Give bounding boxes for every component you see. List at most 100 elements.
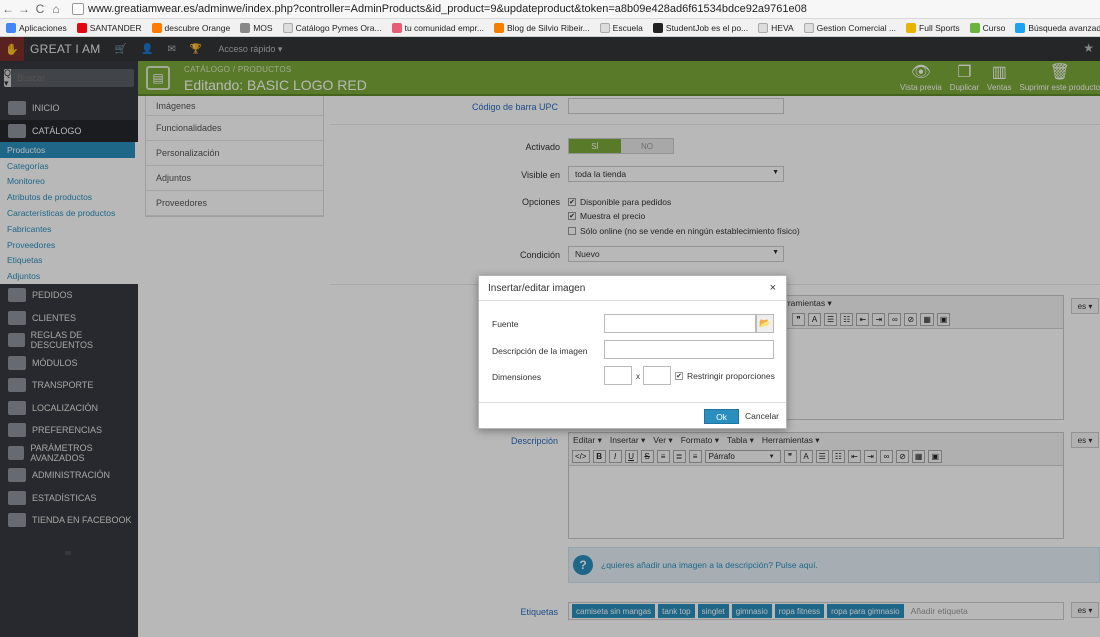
image-description-input[interactable] — [604, 340, 774, 359]
option-disponible[interactable]: ✔ Disponible para pedidos — [568, 197, 671, 207]
strikethrough-icon[interactable]: S — [640, 450, 654, 463]
indent-icon[interactable]: ⇥ — [863, 450, 877, 463]
submenu-item-fabricantes[interactable]: Fabricantes — [0, 221, 138, 237]
outdent-icon[interactable]: ⇤ — [847, 450, 861, 463]
align-right-icon[interactable]: ≡ — [688, 450, 702, 463]
toggle-no[interactable]: NO — [621, 139, 673, 153]
language-select[interactable]: es ▾ — [1071, 298, 1099, 314]
forward-arrow-icon[interactable]: → — [16, 2, 32, 16]
bookmark[interactable]: tu comunidad empr... — [391, 22, 484, 33]
submenu-item-adjuntos[interactable]: Adjuntos — [0, 268, 138, 284]
sidebar-item-clientes[interactable]: Clientes — [0, 307, 138, 330]
editor-menu-format[interactable]: Formato ▾ — [681, 435, 719, 446]
checkbox-unchecked[interactable] — [568, 227, 576, 235]
tag-chip[interactable]: ropa fitness — [774, 604, 825, 618]
tag-chip[interactable]: camiseta sin mangas — [572, 604, 656, 618]
bookmark[interactable]: Escuela — [599, 22, 643, 33]
tab-proveedores[interactable]: Proveedores — [146, 191, 323, 216]
sidebar-item-preferencias[interactable]: Preferencias — [0, 419, 138, 442]
blockquote-icon[interactable]: ❞ — [792, 313, 805, 326]
close-icon[interactable]: × — [770, 282, 776, 294]
editor-menu-edit[interactable]: Editar ▾ — [573, 435, 602, 446]
cart-icon[interactable]: 🛒 — [115, 44, 127, 55]
bold-icon[interactable]: B — [592, 450, 606, 463]
bullet-list-icon[interactable]: ☰ — [815, 450, 829, 463]
indent-icon[interactable]: ⇥ — [872, 313, 886, 326]
home-icon[interactable]: ⌂ — [48, 2, 64, 16]
align-left-icon[interactable]: ≡ — [656, 450, 670, 463]
restrict-proportions-checkbox[interactable]: ✔ Restringir proporciones — [675, 371, 775, 381]
editor-menu-tools[interactable]: rramientas ▾ — [785, 298, 832, 309]
add-image-hint[interactable]: ? ¿quieres añadir una imagen a la descri… — [568, 547, 1100, 583]
duplicate-button[interactable]: ❐ Duplicar — [950, 63, 979, 92]
unlink-icon[interactable]: ⊘ — [895, 450, 909, 463]
bookmark-folder[interactable]: Full Sports — [906, 22, 960, 33]
star-icon[interactable]: ★ — [1083, 41, 1094, 55]
delete-product-button[interactable]: 🗑 Suprimir este producto — [1020, 63, 1100, 92]
add-tag-placeholder[interactable]: Añadir etiqueta — [911, 606, 968, 616]
blockquote-icon[interactable]: ❞ — [783, 450, 797, 463]
outdent-icon[interactable]: ⇤ — [856, 313, 870, 326]
link-icon[interactable]: ∞ — [879, 450, 893, 463]
bookmark[interactable]: Curso — [969, 22, 1005, 33]
sales-button[interactable]: ▥ Ventas — [987, 63, 1011, 92]
submenu-item-atributos[interactable]: Atributos de productos — [0, 189, 138, 205]
preview-button[interactable]: 👁 Vista previa — [900, 63, 942, 92]
media-icon[interactable]: ▦ — [911, 450, 926, 463]
ok-button[interactable]: Ok — [704, 409, 739, 424]
upc-input[interactable] — [568, 98, 784, 114]
sidebar-item-estadisticas[interactable]: Estadísticas — [0, 487, 138, 510]
bookmark[interactable]: HEVA — [758, 22, 794, 33]
trophy-icon[interactable]: 🏆 — [190, 44, 202, 55]
text-color-icon[interactable]: A — [799, 450, 813, 463]
tag-chip[interactable]: singlet — [697, 604, 729, 618]
language-select[interactable]: es ▾ — [1071, 602, 1099, 618]
shop-name[interactable]: GREAT I AM — [30, 42, 101, 56]
tab-funcionalidades[interactable]: Funcionalidades — [146, 116, 323, 141]
sidebar-item-catalogo[interactable]: Catálogo — [0, 119, 138, 142]
bookmark[interactable]: Gestion Comercial ... — [803, 22, 896, 33]
language-select[interactable]: es ▾ — [1071, 432, 1099, 448]
tags-input[interactable]: camiseta sin mangas tank top singlet gim… — [568, 602, 1064, 620]
option-precio[interactable]: ✔ Muestra el precio — [568, 211, 645, 221]
sidebar-item-facebook[interactable]: Tienda en Facebook — [0, 509, 138, 532]
checkbox-checked[interactable]: ✔ — [675, 372, 683, 380]
image-icon[interactable]: ▣ — [928, 450, 943, 463]
bullet-list-icon[interactable]: ☰ — [824, 313, 838, 326]
search-type-button[interactable]: Q ▾ — [4, 68, 12, 88]
submenu-item-productos[interactable]: Productos — [0, 142, 135, 158]
tag-chip[interactable]: tank top — [658, 604, 695, 618]
height-input[interactable] — [643, 366, 671, 385]
back-arrow-icon[interactable]: ← — [0, 2, 16, 16]
tab-imagenes[interactable]: Imágenes — [146, 96, 323, 116]
sidebar-item-modulos[interactable]: Módulos — [0, 352, 138, 375]
option-solo-online[interactable]: Sólo online (no se vende en ningún estab… — [568, 226, 800, 236]
description-editor[interactable]: Editar ▾ Insertar ▾ Ver ▾ Formato ▾ Tabl… — [568, 432, 1064, 539]
toggle-yes[interactable]: SÍ — [569, 139, 621, 153]
sidebar-item-transporte[interactable]: Transporte — [0, 374, 138, 397]
editor-menu-tools[interactable]: Herramientas ▾ — [762, 435, 820, 446]
checkbox-checked[interactable]: ✔ — [568, 212, 576, 220]
align-center-icon[interactable]: ≣ — [672, 450, 686, 463]
editor-menu-view[interactable]: Ver ▾ — [653, 435, 672, 446]
breadcrumb[interactable]: CATÁLOGO / PRODUCTOS — [184, 65, 292, 74]
sidebar-item-inicio[interactable]: Inicio — [0, 97, 138, 120]
text-color-icon[interactable]: A — [808, 313, 821, 326]
editor-menu-insert[interactable]: Insertar ▾ — [610, 435, 645, 446]
sidebar-collapse-handle[interactable] — [65, 551, 71, 555]
folder-open-icon[interactable]: 📂 — [756, 314, 774, 333]
image-icon[interactable]: ▣ — [936, 313, 951, 326]
hint-text[interactable]: ¿quieres añadir una imagen a la descripc… — [601, 560, 818, 570]
tab-adjuntos[interactable]: Adjuntos — [146, 166, 323, 191]
underline-icon[interactable]: U — [624, 450, 638, 463]
editor-menu-table[interactable]: Tabla ▾ — [727, 435, 754, 446]
search-input[interactable] — [11, 69, 135, 87]
condicion-select[interactable]: Nuevo — [568, 246, 784, 262]
unlink-icon[interactable]: ⊘ — [904, 313, 918, 326]
link-icon[interactable]: ∞ — [888, 313, 902, 326]
bookmark[interactable]: Catálogo Pymes Ora... — [282, 22, 382, 33]
sidebar-item-pedidos[interactable]: Pedidos — [0, 284, 138, 307]
sidebar-item-descuentos[interactable]: Reglas de descuentos — [0, 329, 138, 352]
shop-logo-icon[interactable]: ✋ — [0, 37, 24, 61]
bookmark[interactable]: Aplicaciones — [6, 22, 67, 33]
